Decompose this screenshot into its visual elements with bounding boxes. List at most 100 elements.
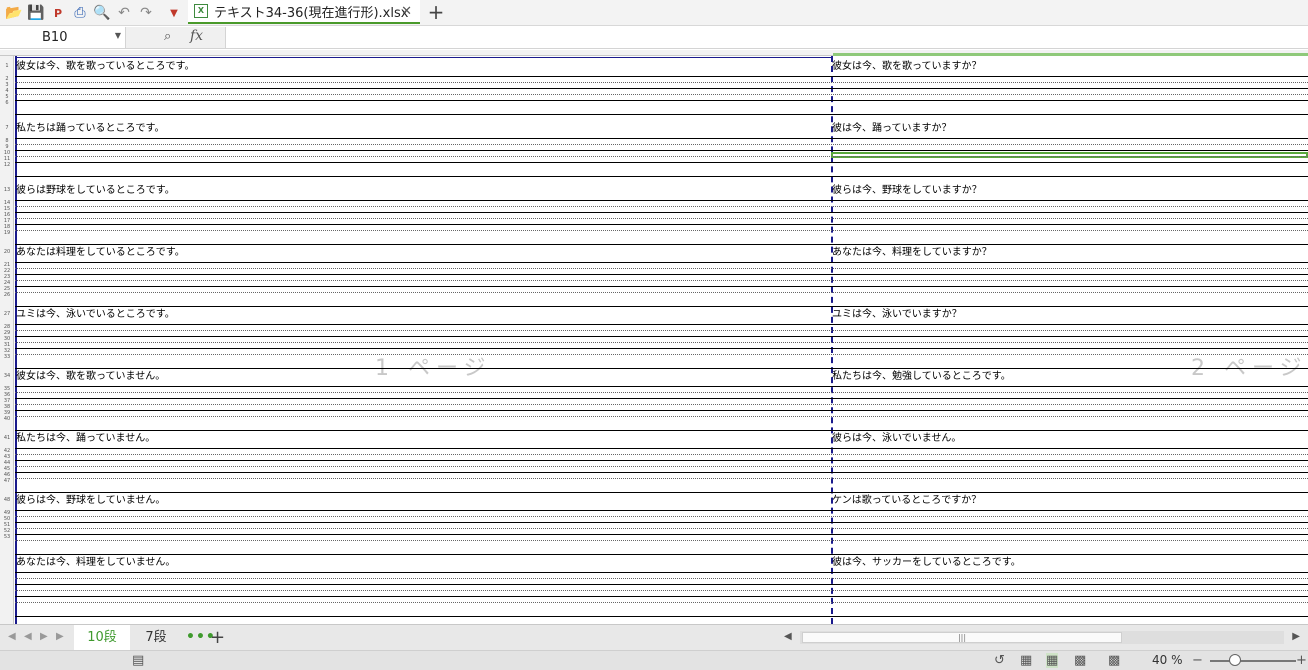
row-number[interactable]: 7 xyxy=(0,126,14,131)
chevron-down-icon[interactable]: ▼ xyxy=(115,31,121,40)
zoom-in-button[interactable]: + xyxy=(1296,653,1307,668)
row-gridline xyxy=(15,510,1308,511)
row-gridline xyxy=(15,616,1308,617)
row-header[interactable]: 1 2 3 4 5 6 7 8 9 10 11 12 13 14 15 16 17 18 19 20 21 22 23 24 2… xyxy=(0,56,14,624)
page-border xyxy=(15,57,831,58)
scroll-thumb[interactable]: ||| xyxy=(802,632,1122,643)
last-sheet-icon[interactable]: ▶ xyxy=(56,631,64,642)
status-bar: ▤ ↺ ▦ ▦ ▩ ▩ 40 % − + xyxy=(0,650,1308,670)
row-number[interactable]: 47 xyxy=(0,479,14,484)
cell-text-left[interactable]: 彼らは野球をしているところです。 xyxy=(16,185,175,197)
name-box[interactable]: B10 ▼ xyxy=(0,27,126,48)
print-preview-icon[interactable]: 🔍 xyxy=(92,3,112,23)
active-cell-b10[interactable] xyxy=(831,152,1308,158)
zoom-slider[interactable] xyxy=(1210,660,1296,662)
function-icon[interactable]: fx xyxy=(190,28,203,44)
row-gridline xyxy=(15,454,1308,455)
row-number[interactable]: 19 xyxy=(0,231,14,236)
page-border xyxy=(15,56,17,624)
zoom-slider-handle[interactable] xyxy=(1229,654,1241,666)
cell-text-left[interactable]: ユミは今、泳いでいるところです。 xyxy=(16,309,175,321)
cell-text-left[interactable]: 彼女は今、歌を歌っているところです。 xyxy=(16,61,195,73)
row-number[interactable]: 40 xyxy=(0,417,14,422)
cell-text-left[interactable]: 彼らは今、野球をしていません。 xyxy=(16,495,165,507)
zoom-level[interactable]: 40 % xyxy=(1152,653,1183,667)
cell-text-right[interactable]: 彼は今、サッカーをしているところです。 xyxy=(832,557,1021,569)
lookup-icon[interactable]: ⌕ xyxy=(164,29,171,44)
cell-text-right[interactable]: 私たちは今、勉強しているところです。 xyxy=(832,371,1011,383)
row-gridline xyxy=(15,522,1308,523)
row-gridline xyxy=(15,82,1308,83)
row-number[interactable]: 1 xyxy=(0,64,14,69)
sheet-tab-10dan[interactable]: 10段 xyxy=(74,625,130,651)
row-number[interactable]: 12 xyxy=(0,163,14,168)
horizontal-scrollbar[interactable]: ◀ ||| ▶ xyxy=(782,629,1302,646)
normal-view-icon[interactable]: ▦ xyxy=(1020,653,1032,668)
close-tab-icon[interactable]: ✕ xyxy=(401,4,412,19)
export-pdf-icon[interactable]: P xyxy=(48,3,68,23)
sheet-tab-7dan[interactable]: 7段 xyxy=(138,625,174,651)
scroll-left-icon[interactable]: ◀ xyxy=(784,631,792,642)
row-number[interactable]: 33 xyxy=(0,355,14,360)
row-number[interactable]: 6 xyxy=(0,101,14,106)
cell-text-right[interactable]: ユミは今、泳いでいますか？ xyxy=(832,309,962,321)
page-break-line xyxy=(831,56,833,624)
cell-text-right[interactable]: あなたは今、料理をしていますか？ xyxy=(832,247,992,259)
add-sheet-button[interactable]: + xyxy=(210,627,225,648)
redo-icon[interactable]: ↷ xyxy=(136,3,156,23)
row-number[interactable]: 48 xyxy=(0,498,14,503)
formula-tools: ⌕ fx xyxy=(126,27,226,48)
cell-text-right[interactable]: 彼らは今、野球をしていますか？ xyxy=(832,185,982,197)
cell-text-left[interactable]: 彼女は今、歌を歌っていません。 xyxy=(16,371,165,383)
row-gridline xyxy=(15,448,1308,449)
undo-icon[interactable]: ↶ xyxy=(114,3,134,23)
row-gridline xyxy=(15,554,1308,555)
formula-input[interactable] xyxy=(228,27,1306,48)
open-icon[interactable]: 📂 xyxy=(4,3,24,23)
print-icon[interactable]: ⎙ xyxy=(70,3,90,23)
history-icon[interactable]: ↺ xyxy=(994,653,1005,668)
cell-text-right[interactable]: ケンは歌っているところですか？ xyxy=(832,495,981,507)
cell-text-right[interactable]: 彼女は今、歌を歌っていますか？ xyxy=(832,61,982,73)
new-tab-button[interactable]: + xyxy=(426,1,446,23)
zoom-out-button[interactable]: − xyxy=(1192,653,1203,668)
save-icon[interactable]: 💾 xyxy=(26,3,46,23)
first-sheet-icon[interactable]: ◀ xyxy=(8,631,16,642)
row-number[interactable]: 26 xyxy=(0,293,14,298)
cell-text-left[interactable]: あなたは料理をしているところです。 xyxy=(16,247,185,259)
cell-text-left[interactable]: 私たちは今、踊っていません。 xyxy=(16,433,155,445)
row-gridline xyxy=(15,244,1308,245)
row-number[interactable]: 27 xyxy=(0,312,14,317)
cell-text-left[interactable]: あなたは今、料理をしていません。 xyxy=(16,557,175,569)
scroll-right-icon[interactable]: ▶ xyxy=(1292,631,1300,642)
cell-text-right[interactable]: 彼らは今、泳いでいません。 xyxy=(832,433,961,445)
row-gridline xyxy=(15,336,1308,337)
cell-text-right[interactable]: 彼は今、踊っていますか？ xyxy=(832,123,952,135)
row-gridline xyxy=(15,274,1308,275)
file-tab[interactable]: X テキスト34-36(現在進行形).xlsx ✕ xyxy=(188,0,420,24)
row-gridline xyxy=(15,430,1308,431)
row-gridline xyxy=(15,528,1308,529)
customize-icon[interactable]: ▼ xyxy=(164,3,184,23)
row-gridline xyxy=(15,584,1308,585)
row-gridline xyxy=(15,596,1308,597)
row-number[interactable]: 41 xyxy=(0,436,14,441)
page-layout-view-icon[interactable]: ▩ xyxy=(1074,653,1086,668)
row-gridline xyxy=(15,516,1308,517)
row-gridline xyxy=(15,212,1308,213)
next-sheet-icon[interactable]: ▶ xyxy=(40,631,48,642)
reading-mode-icon[interactable]: ▩ xyxy=(1108,653,1120,668)
row-number[interactable]: 13 xyxy=(0,188,14,193)
sheet-status-icon: ▤ xyxy=(132,653,145,668)
row-number[interactable]: 53 xyxy=(0,535,14,540)
cell-reference: B10 xyxy=(42,30,68,45)
row-gridline xyxy=(15,368,1308,369)
row-number[interactable]: 20 xyxy=(0,250,14,255)
cell-text-left[interactable]: 私たちは踊っているところです。 xyxy=(16,123,165,135)
formula-bar: B10 ▼ ⌕ fx xyxy=(0,27,1308,49)
row-number[interactable]: 34 xyxy=(0,374,14,379)
prev-sheet-icon[interactable]: ◀ xyxy=(24,631,32,642)
worksheet-grid[interactable]: 1 ページ 2 ページ 彼女は今、歌を歌っているところです。 彼女は今、歌を歌って… xyxy=(15,56,1308,624)
row-gridline xyxy=(15,94,1308,95)
page-break-view-icon[interactable]: ▦ xyxy=(1046,653,1059,668)
